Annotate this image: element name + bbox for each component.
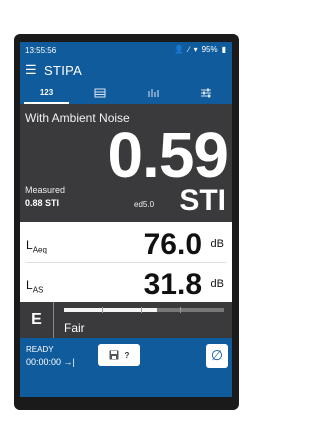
spectrum-icon bbox=[148, 89, 158, 97]
level-row-las: LAS 31.8 dB bbox=[20, 264, 232, 301]
clear-icon: ∅ bbox=[210, 347, 224, 363]
tab-numeric[interactable]: 123 bbox=[20, 82, 73, 104]
measured-label: Measured bbox=[25, 185, 66, 195]
sound-levels-panel: LAeq 76.0 dB LAS 31.8 dB bbox=[20, 222, 232, 302]
level-row-laeq: LAeq 76.0 dB bbox=[20, 224, 232, 261]
sti-value: 0.59 bbox=[107, 119, 229, 191]
level-unit: dB bbox=[210, 238, 224, 250]
app-screen: 13:55:56 👤 ∕ ▾ 95% ▮ ☰ STIPA 123 With Am… bbox=[20, 42, 232, 397]
app-title: STIPA bbox=[44, 63, 83, 78]
level-value: 31.8 bbox=[143, 268, 202, 301]
save-icon bbox=[109, 350, 119, 360]
level-divider bbox=[26, 262, 226, 263]
battery-percent: 95% bbox=[201, 45, 218, 54]
level-unit: dB bbox=[210, 278, 224, 290]
rating-scale-fill bbox=[64, 308, 157, 312]
rating-panel: E Fair bbox=[20, 302, 232, 338]
wifi-icon: ▾ bbox=[193, 45, 198, 54]
tab-spectrum[interactable] bbox=[126, 82, 179, 104]
list-icon bbox=[94, 88, 105, 98]
standard-edition: ed5.0 bbox=[134, 200, 155, 209]
level-label: LAeq bbox=[26, 238, 47, 255]
level-label: LAS bbox=[26, 278, 44, 295]
status-time: 13:55:56 bbox=[25, 46, 57, 55]
sti-unit: STI bbox=[179, 184, 226, 217]
rating-label: Fair bbox=[64, 321, 85, 335]
rating-scale bbox=[64, 307, 224, 313]
tab-numeric-label: 123 bbox=[39, 88, 54, 97]
tab-list[interactable] bbox=[73, 82, 126, 104]
save-help-label: ? bbox=[124, 350, 130, 360]
bottom-bar: READY 00:00:00 →| ? ∅ bbox=[20, 338, 232, 397]
person-icon: 👤 bbox=[174, 45, 185, 54]
save-button[interactable]: ? bbox=[98, 344, 140, 366]
sti-result-panel: With Ambient Noise 0.59 Measured 0.88 ST… bbox=[20, 104, 232, 222]
level-value: 76.0 bbox=[143, 228, 202, 261]
measurement-state: READY bbox=[26, 345, 54, 354]
status-bar: 13:55:56 👤 ∕ ▾ 95% ▮ bbox=[20, 42, 232, 58]
app-bar: ☰ STIPA bbox=[20, 58, 232, 82]
sliders-icon bbox=[200, 88, 211, 98]
tab-settings[interactable] bbox=[179, 82, 232, 104]
rating-scale-tick bbox=[102, 307, 103, 313]
measured-value: 0.88 STI bbox=[25, 198, 60, 208]
tab-bar: 123 bbox=[20, 82, 232, 104]
status-icons: 👤 ∕ ▾ 95% ▮ bbox=[174, 45, 226, 54]
rating-scale-tick bbox=[141, 307, 142, 313]
rating-scale-tick bbox=[180, 307, 181, 313]
elapsed-time: 00:00:00 →| bbox=[26, 357, 75, 367]
battery-icon: ▮ bbox=[221, 45, 226, 54]
clear-button[interactable]: ∅ bbox=[206, 344, 228, 368]
rating-grade: E bbox=[20, 302, 54, 338]
hamburger-menu-icon[interactable]: ☰ bbox=[25, 62, 37, 78]
link-icon: ∕ bbox=[188, 45, 190, 54]
